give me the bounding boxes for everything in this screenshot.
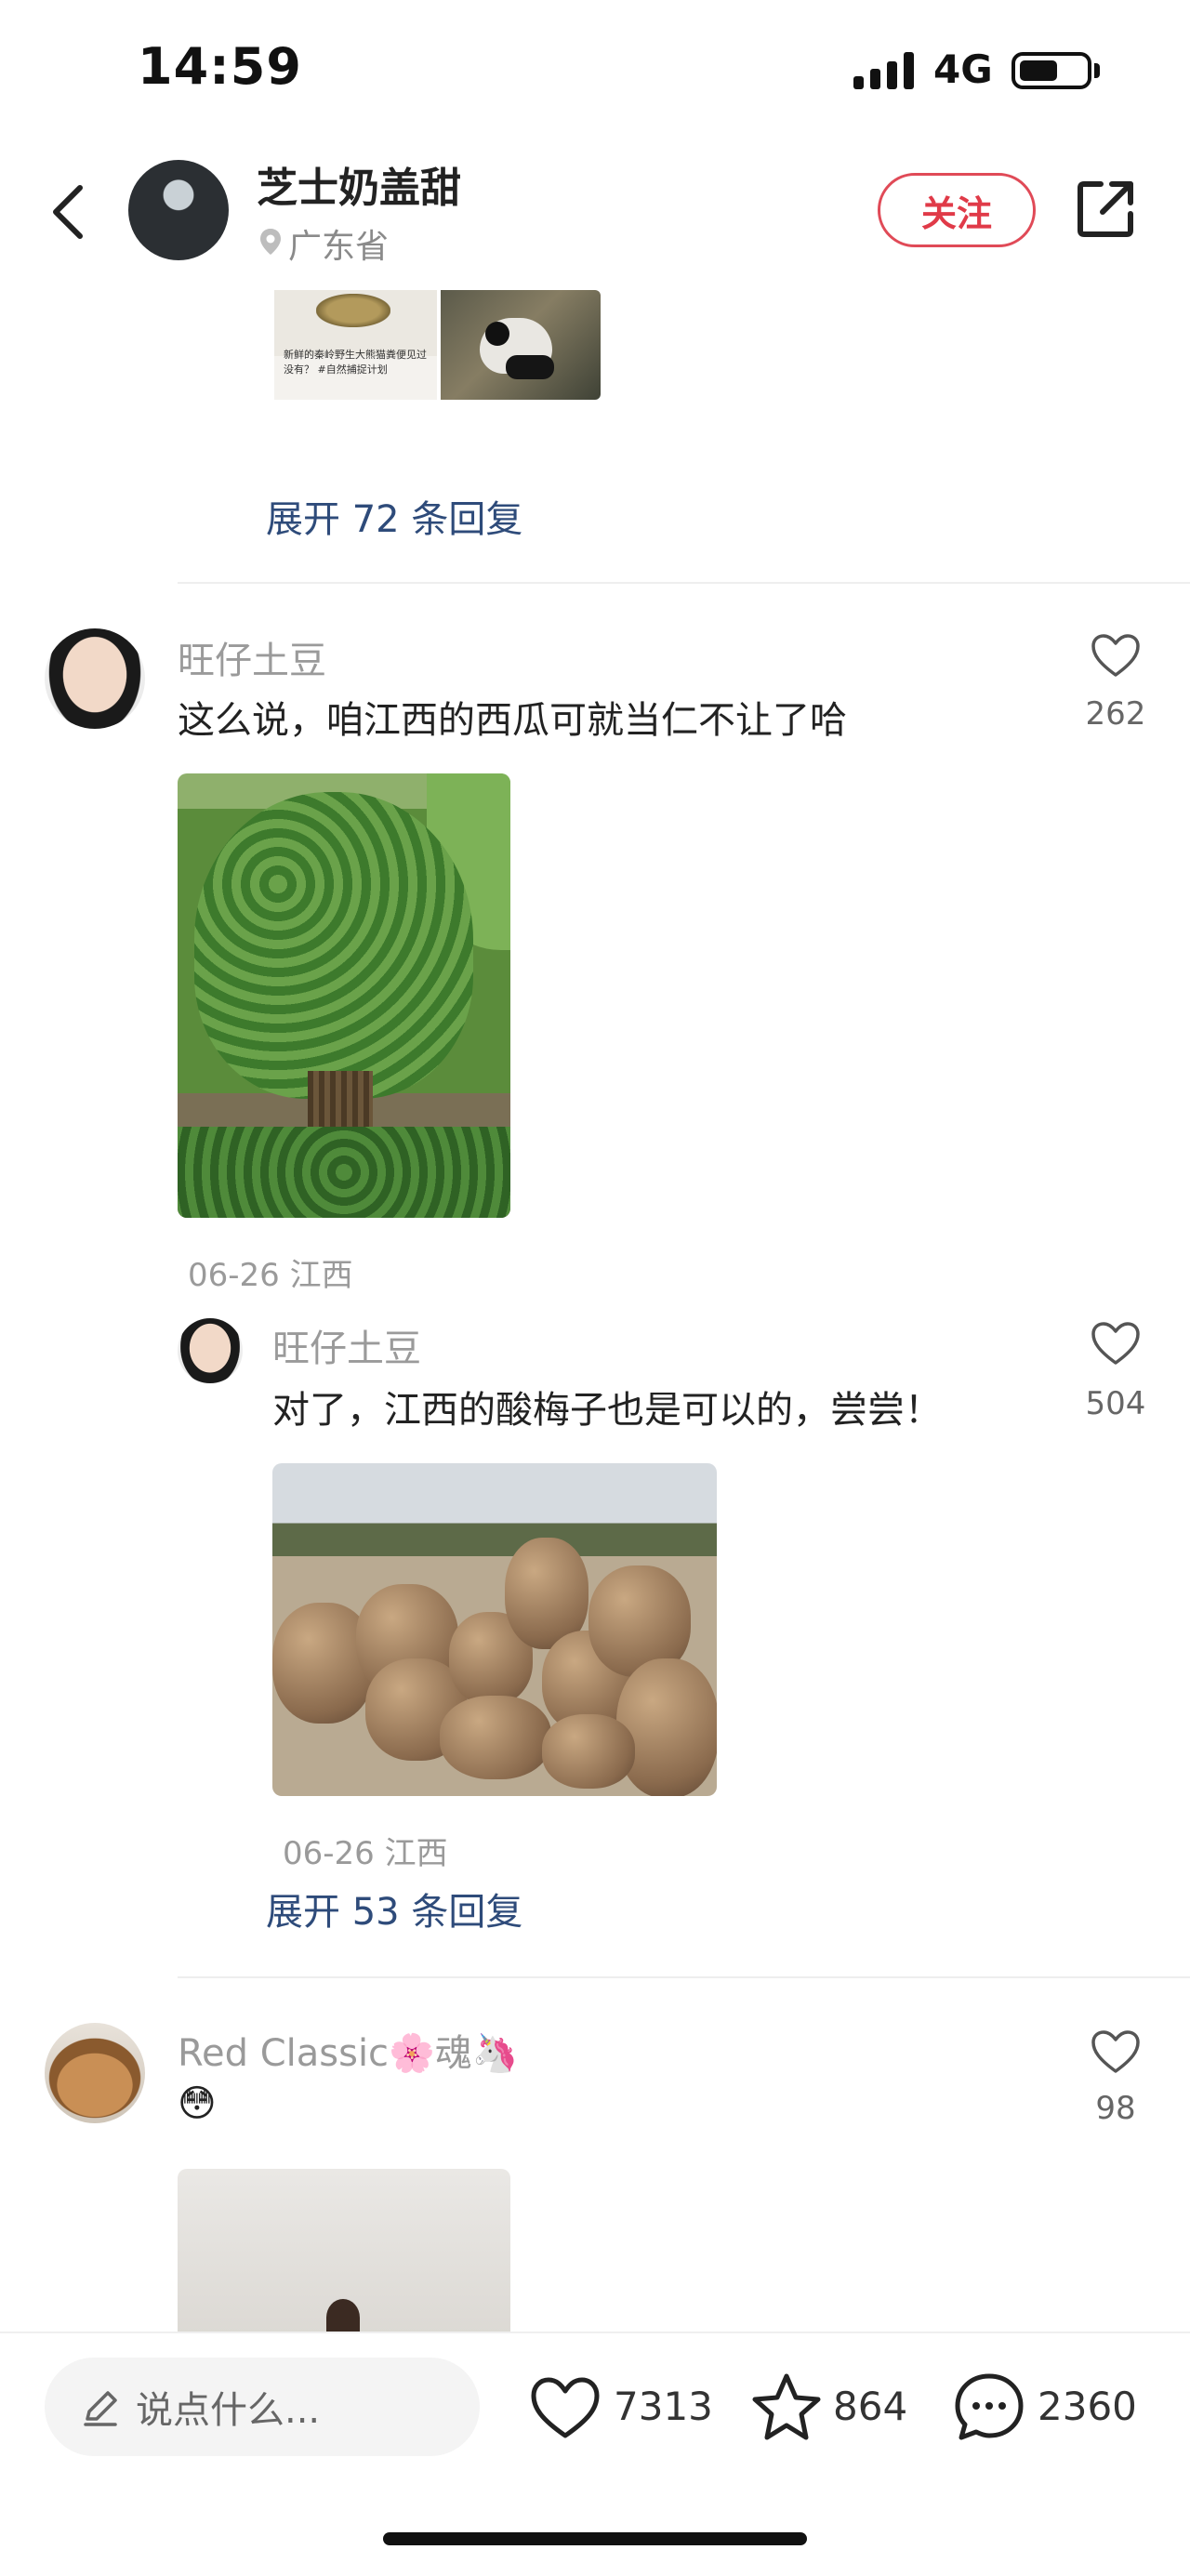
reply-meta: 06-26 江西: [283, 1835, 448, 1872]
divider: [178, 1976, 1190, 1978]
follow-button[interactable]: 关注: [878, 173, 1036, 247]
comment-meta: 06-26 江西: [188, 1257, 353, 1294]
like-count: 98: [1095, 2090, 1136, 2127]
commenter-name[interactable]: Red Classic🌸魂🦄: [178, 2023, 519, 2077]
expand-replies-53[interactable]: 展开 53 条回复: [266, 1882, 522, 1935]
share-icon[interactable]: [1073, 177, 1138, 242]
signal-icon: [853, 52, 917, 89]
heart-icon[interactable]: [1090, 1320, 1142, 1367]
heart-icon[interactable]: [1090, 632, 1142, 679]
like-count: 504: [1085, 1385, 1146, 1422]
author-name[interactable]: 芝士奶盖甜: [257, 154, 461, 214]
star-icon[interactable]: [749, 2371, 824, 2445]
network-label: 4G: [933, 46, 993, 92]
commenter-name[interactable]: 旺仔土豆: [178, 630, 326, 684]
location-pin-icon: [260, 229, 281, 255]
comment-count: 2360: [1038, 2384, 1137, 2429]
thread-image-1[interactable]: 新鲜的秦岭野生大熊猫粪便见过没有？ #自然捕捉计划: [274, 290, 437, 400]
back-icon[interactable]: [48, 182, 89, 242]
star-count: 864: [833, 2384, 908, 2429]
author-avatar[interactable]: [128, 160, 229, 260]
commenter-avatar[interactable]: [45, 2023, 145, 2123]
comment-image[interactable]: [178, 2169, 510, 2336]
heart-icon[interactable]: [1090, 2028, 1142, 2075]
reply-text[interactable]: 对了，江西的酸梅子也是可以的，尝尝！: [272, 1380, 942, 1433]
reply-image-rocks[interactable]: [272, 1463, 717, 1796]
image-fade: [270, 400, 614, 437]
like-icon[interactable]: [528, 2371, 602, 2445]
thread-image-caption: 新鲜的秦岭野生大熊猫粪便见过没有？ #自然捕捉计划: [284, 349, 427, 376]
like-count-total: 7313: [614, 2384, 713, 2429]
reply-avatar[interactable]: [178, 1318, 243, 1383]
thread-image-2[interactable]: [441, 290, 601, 400]
like-count: 262: [1085, 695, 1146, 733]
commenter-avatar[interactable]: [45, 628, 145, 729]
comment-text[interactable]: 😳: [178, 2082, 217, 2125]
expand-replies-72[interactable]: 展开 72 条回复: [266, 489, 522, 543]
comment-text[interactable]: 这么说，咱江西的西瓜可就当仁不让了哈: [178, 690, 847, 744]
comment-input-placeholder[interactable]: 说点什么...: [136, 2380, 320, 2434]
home-indicator[interactable]: [383, 2532, 807, 2545]
battery-tip: [1094, 63, 1100, 78]
comment-image-watermelon-tree[interactable]: [178, 773, 510, 1218]
battery-icon: [1012, 52, 1091, 89]
divider: [178, 582, 1190, 584]
status-time: 14:59: [138, 37, 302, 96]
comment-icon[interactable]: [952, 2371, 1026, 2445]
pencil-icon: [84, 2391, 117, 2426]
reply-name[interactable]: 旺仔土豆: [272, 1318, 421, 1372]
author-location: 广东省: [288, 228, 390, 266]
